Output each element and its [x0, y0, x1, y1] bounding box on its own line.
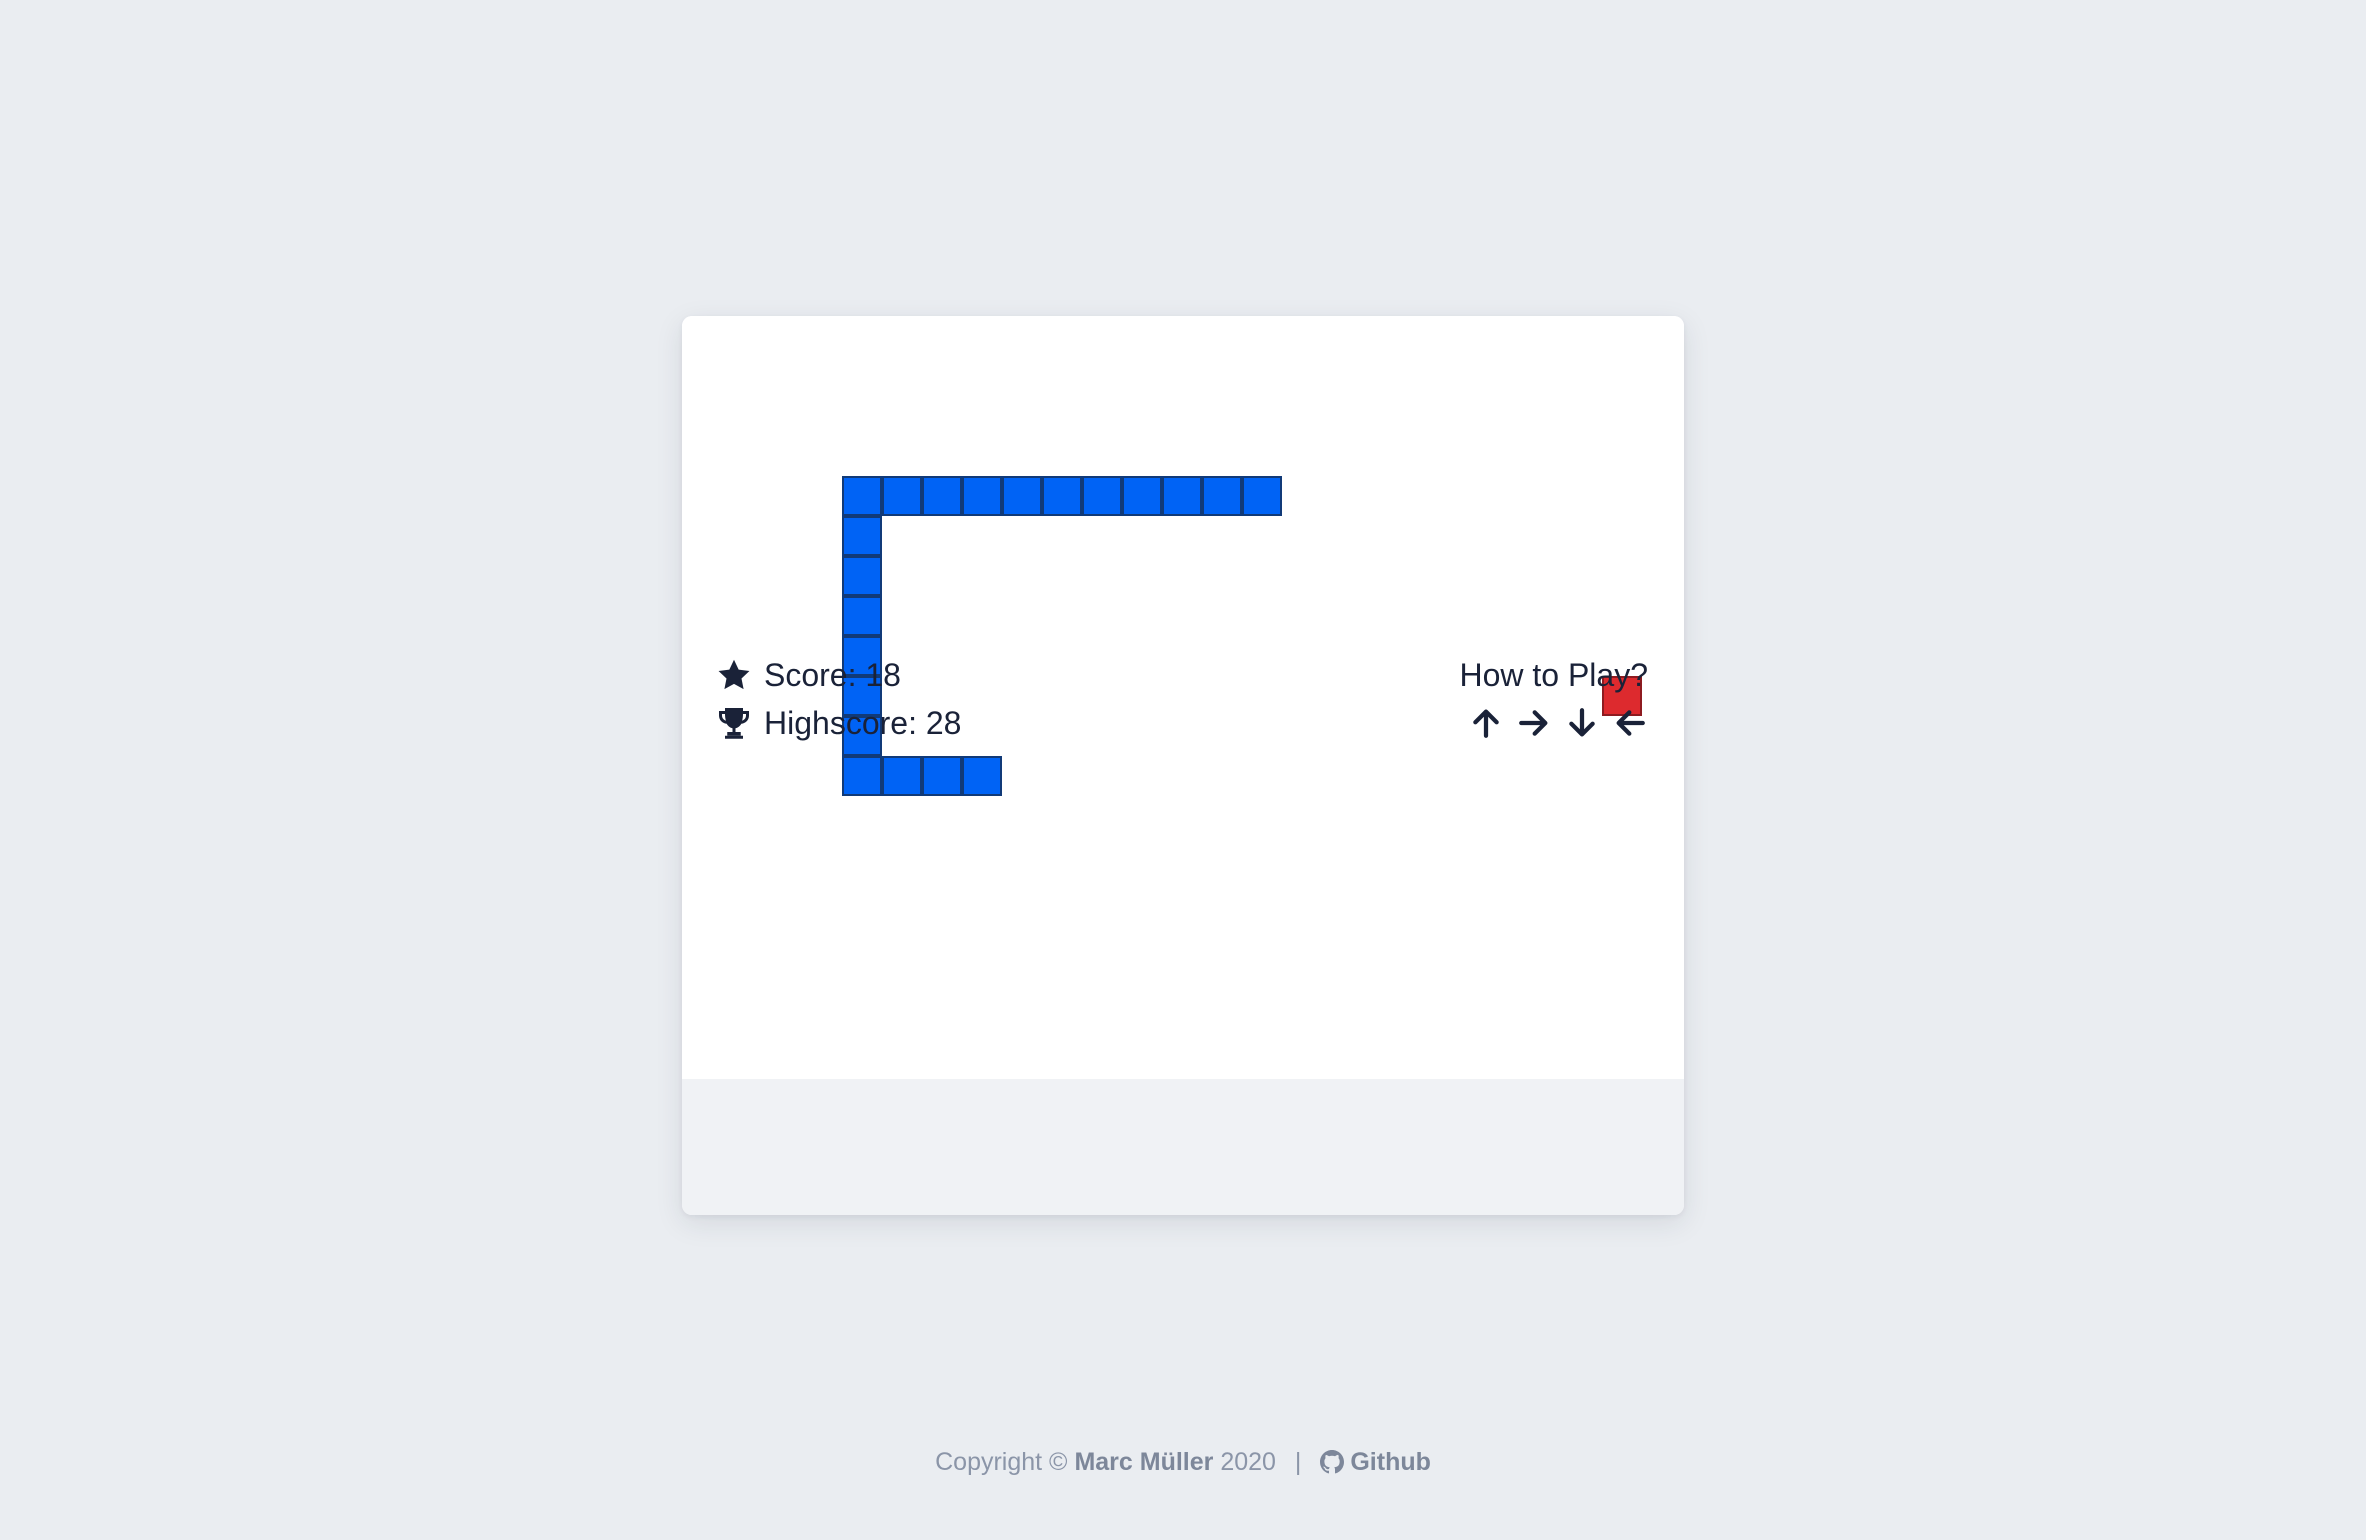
snake-segment: [922, 476, 962, 516]
arrow-down-icon: [1562, 703, 1602, 743]
snake-segment: [1162, 476, 1202, 516]
score-label: Score: 18: [764, 656, 901, 693]
snake-segment: [882, 756, 922, 796]
github-link[interactable]: Github: [1320, 1448, 1431, 1476]
score-display: Score: 18: [716, 655, 901, 695]
arrow-left-icon: [1610, 703, 1650, 743]
how-to-play-link[interactable]: How to Play?: [1459, 655, 1648, 695]
arrow-right-icon: [1514, 703, 1554, 743]
snake-segment: [842, 556, 882, 596]
arrow-key-hints: [1458, 703, 1650, 743]
snake-segment: [842, 476, 882, 516]
highscore-display: Highscore: 28: [716, 703, 961, 743]
game-board[interactable]: [682, 316, 1684, 1079]
snake-segment: [1202, 476, 1242, 516]
snake-segment: [842, 596, 882, 636]
star-icon: [718, 659, 750, 690]
snake-segment: [1082, 476, 1122, 516]
copyright-year: 2020: [1220, 1448, 1276, 1476]
copyright-author: Marc Müller: [1074, 1448, 1214, 1476]
copyright-footer: Copyright © Marc Müller 2020 | Github: [0, 1448, 2366, 1477]
game-status-bar: [682, 1079, 1684, 1215]
snake-segment: [1042, 476, 1082, 516]
snake-segment: [922, 756, 962, 796]
snake-segment: [842, 516, 882, 556]
snake-segment: [1122, 476, 1162, 516]
arrow-up-icon: [1466, 703, 1506, 743]
snake-segment: [882, 476, 922, 516]
github-label: Github: [1350, 1448, 1431, 1476]
page: Score: 18 Highscore: 28 How to Play? Cop…: [0, 0, 2366, 1540]
snake-segment: [842, 756, 882, 796]
footer-separator: |: [1294, 1448, 1302, 1476]
highscore-label: Highscore: 28: [764, 704, 962, 741]
github-icon: [1320, 1450, 1345, 1474]
copyright-prefix: Copyright ©: [935, 1448, 1068, 1476]
game-card: Score: 18 Highscore: 28 How to Play?: [682, 316, 1684, 1215]
snake-head: [1242, 476, 1282, 516]
snake-segment: [1002, 476, 1042, 516]
snake-segment: [962, 756, 1002, 796]
snake-segment: [962, 476, 1002, 516]
trophy-icon: [719, 708, 749, 739]
